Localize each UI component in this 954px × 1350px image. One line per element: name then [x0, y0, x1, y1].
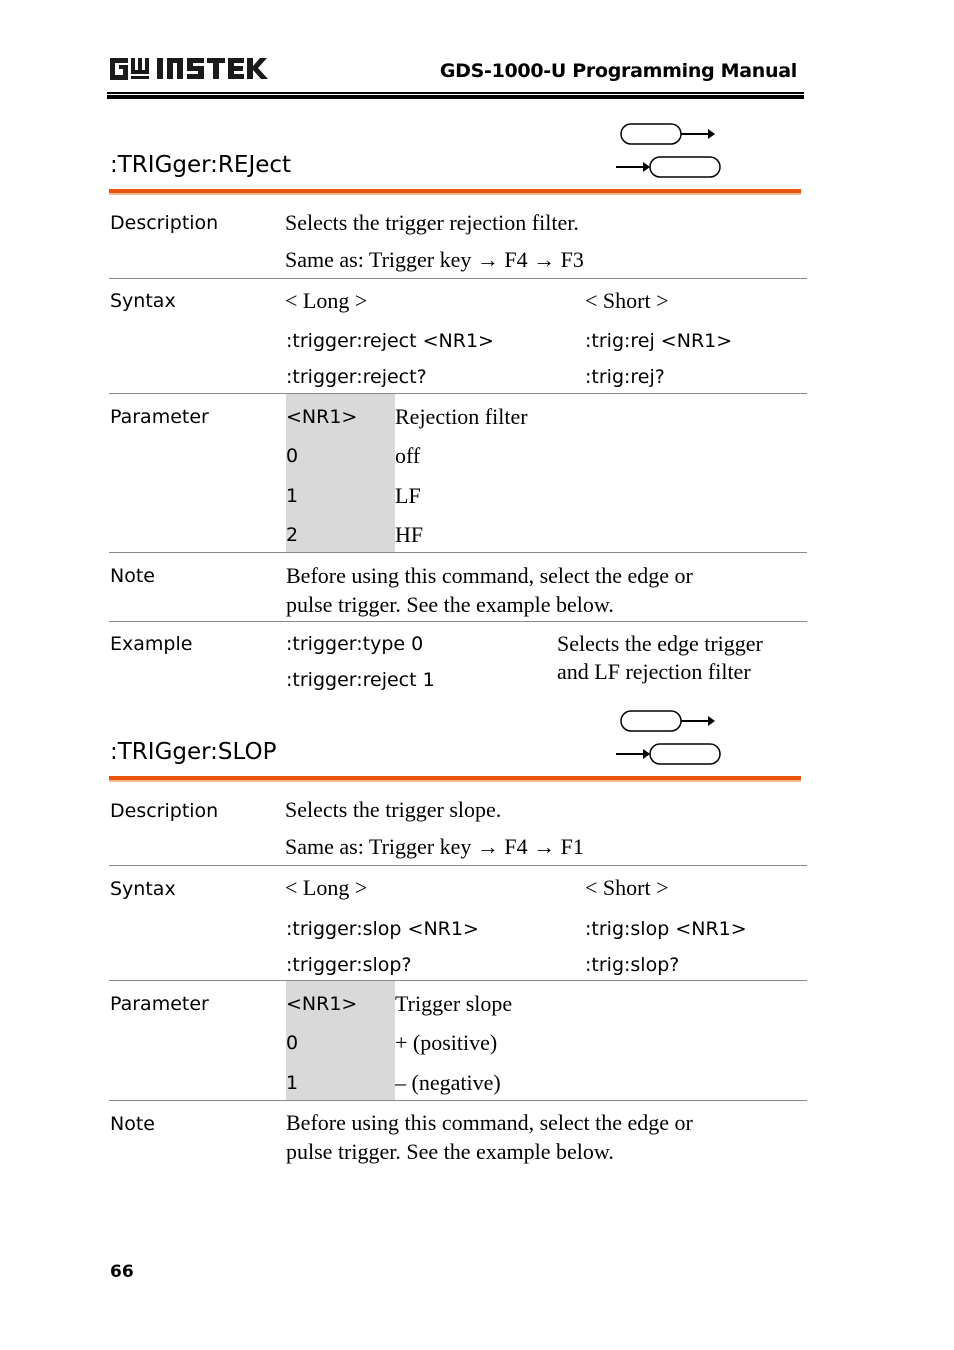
parameter-key: 0 [286, 1032, 299, 1054]
row-divider [109, 1100, 807, 1101]
parameter-value: HF [395, 522, 424, 547]
row-divider [109, 621, 807, 622]
description-label: Description [110, 800, 219, 822]
note-label: Note [110, 565, 155, 587]
row-divider [109, 393, 807, 394]
syntax-label: Syntax [110, 290, 176, 312]
description-label: Description [110, 212, 219, 234]
syntax-short-set: :trig:rej <NR1> [585, 330, 733, 352]
section-title: :TRIGger:SLOP [110, 739, 277, 765]
parameter-key: 1 [286, 485, 299, 507]
header-rule-thick [107, 95, 804, 99]
example-command: :trigger:reject 1 [286, 669, 435, 691]
parameter-label: Parameter [110, 406, 209, 428]
parameter-key: 1 [286, 1072, 299, 1094]
example-label: Example [110, 633, 193, 655]
syntax-label: Syntax [110, 878, 176, 900]
description-same-as: Same as: Trigger key → F4 → F3 [285, 247, 584, 272]
description-same-as: Same as: Trigger key → F4 → F1 [285, 834, 584, 859]
parameter-value: LF [395, 483, 421, 508]
row-divider [109, 278, 807, 279]
manual-title: GDS-1000-U Programming Manual [439, 60, 797, 82]
syntax-long-header: < Long > [285, 288, 368, 313]
parameter-header-key: <NR1> [286, 406, 358, 428]
syntax-long-header: < Long > [285, 875, 368, 900]
parameter-label: Parameter [110, 993, 209, 1015]
parameter-key: 0 [286, 445, 299, 467]
description-text: Selects the trigger slope. [285, 797, 502, 822]
note-text-line: Before using this command, select the ed… [286, 563, 693, 588]
parameter-value: + (positive) [395, 1030, 498, 1055]
syntax-short-set: :trig:slop <NR1> [585, 918, 747, 940]
note-text-line: pulse trigger. See the example below. [286, 1139, 614, 1164]
parameter-key: 2 [286, 524, 299, 546]
header-rule-thin [107, 92, 804, 94]
section-divider [109, 776, 801, 782]
row-divider [109, 865, 807, 866]
set-query-icon [616, 710, 721, 765]
syntax-short-header: < Short > [585, 875, 669, 900]
example-command: :trigger:type 0 [286, 633, 424, 655]
parameter-value: off [395, 443, 421, 468]
note-text-line: pulse trigger. See the example below. [286, 592, 614, 617]
note-label: Note [110, 1113, 155, 1135]
example-comment-line: and LF rejection filter [557, 659, 751, 684]
syntax-long-set: :trigger:slop <NR1> [286, 918, 479, 940]
parameter-header-key: <NR1> [286, 993, 358, 1015]
section-divider [109, 189, 801, 195]
section-title: :TRIGger:REJect [110, 152, 292, 178]
syntax-long-set: :trigger:reject <NR1> [286, 330, 494, 352]
row-divider [109, 552, 807, 553]
syntax-short-query: :trig:rej? [585, 366, 665, 388]
page-number: 66 [110, 1262, 134, 1282]
gw-instek-logo [110, 58, 268, 80]
syntax-short-query: :trig:slop? [585, 954, 680, 976]
note-text-line: Before using this command, select the ed… [286, 1110, 693, 1135]
row-divider [109, 980, 807, 981]
parameter-value: – (negative) [395, 1070, 501, 1095]
syntax-short-header: < Short > [585, 288, 669, 313]
example-comment-line: Selects the edge trigger [557, 631, 763, 656]
set-query-icon [616, 123, 721, 178]
description-text: Selects the trigger rejection filter. [285, 210, 579, 235]
parameter-header-value: Rejection filter [395, 404, 528, 429]
syntax-long-query: :trigger:slop? [286, 954, 412, 976]
syntax-long-query: :trigger:reject? [286, 366, 427, 388]
parameter-header-value: Trigger slope [395, 991, 513, 1016]
